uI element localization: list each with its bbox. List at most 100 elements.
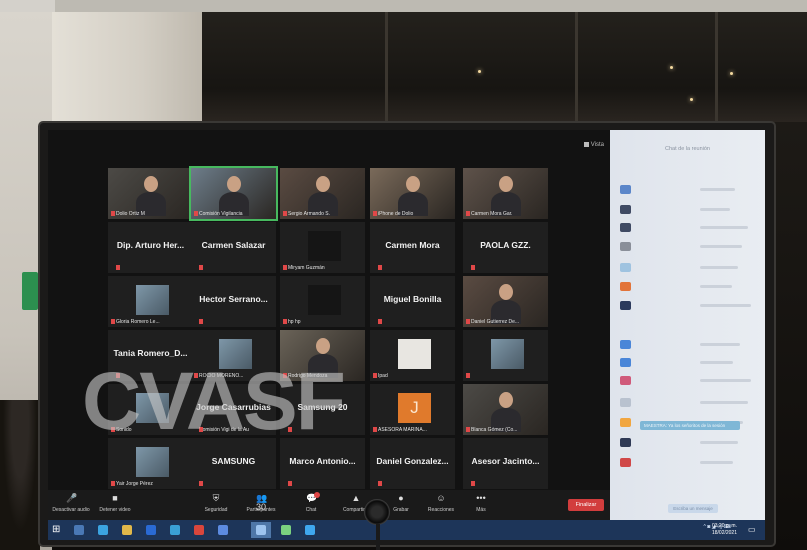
window-mullion bbox=[575, 12, 578, 122]
window-mullion bbox=[715, 12, 718, 122]
chat-button[interactable]: 💬 Chat bbox=[288, 492, 334, 513]
chat-message-line bbox=[700, 188, 735, 191]
m-s-button[interactable]: ••• Más bbox=[458, 494, 504, 514]
powerpoint-icon[interactable] bbox=[194, 525, 204, 535]
app-icon[interactable] bbox=[218, 525, 228, 535]
chat-message-line bbox=[700, 461, 733, 464]
participant-name: ASESORA MARINA... bbox=[378, 427, 427, 433]
seguridad-button[interactable]: ⛨ Seguridad bbox=[193, 494, 239, 514]
chat-input[interactable]: Escriba un mensaje bbox=[668, 504, 718, 513]
video-camera-icon: ■ bbox=[112, 493, 118, 503]
chat-message-line bbox=[700, 379, 751, 382]
chat-message-line bbox=[700, 208, 730, 211]
participant-tile[interactable]: Ipad bbox=[370, 330, 455, 381]
chat-avatar bbox=[620, 376, 631, 385]
participant-tile[interactable]: iPhone de Dolio bbox=[370, 168, 455, 219]
participant-tile[interactable]: Miryam Guzmán bbox=[280, 222, 365, 273]
participant-tile[interactable]: Dip. Arturo Her... bbox=[108, 222, 193, 273]
participant-tile[interactable]: Daniel Gutierrez De... bbox=[463, 276, 548, 327]
participant-avatar: J bbox=[398, 393, 431, 423]
muted-mic-icon bbox=[199, 481, 203, 486]
muted-mic-icon bbox=[471, 481, 475, 486]
edge-icon[interactable] bbox=[98, 525, 108, 535]
taskbar-clock[interactable]: 03:20 p. m. 18/02/2021 bbox=[712, 523, 737, 537]
muted-mic-icon bbox=[283, 211, 287, 216]
participant-tile[interactable]: Carmen Mora bbox=[370, 222, 455, 273]
participant-name: Ipad bbox=[378, 373, 388, 379]
participant-tile[interactable]: J ASESORA MARINA... bbox=[370, 384, 455, 435]
window-light bbox=[730, 72, 733, 75]
participant-tile[interactable]: Carmen Salazar bbox=[191, 222, 276, 273]
participant-name: Dip. Arturo Her... bbox=[116, 240, 185, 250]
chat-avatar bbox=[620, 185, 631, 194]
participant-tile[interactable]: Daniel Gonzalez... bbox=[370, 438, 455, 489]
person-silhouette bbox=[0, 400, 40, 550]
window-light bbox=[478, 70, 481, 73]
participant-name: Blanca Gómez (Co... bbox=[471, 427, 518, 433]
toolbar-label: Más bbox=[476, 507, 486, 513]
toolbar-label: Desactivar audio bbox=[52, 507, 90, 513]
chat-message-line bbox=[700, 285, 732, 288]
participant-tile[interactable]: PAOLA GZZ. bbox=[463, 222, 548, 273]
window-light bbox=[670, 66, 673, 69]
participant-face bbox=[144, 176, 158, 192]
participant-name: SAMSUNG bbox=[211, 456, 256, 466]
settings-icon[interactable] bbox=[305, 525, 315, 535]
tv-screen: Vista Dolio Ortiz M Comisión Vigilancia Se… bbox=[48, 130, 765, 540]
toolbar-label: Participantes bbox=[246, 507, 276, 513]
muted-mic-icon bbox=[288, 481, 292, 486]
exit-sign bbox=[22, 272, 38, 310]
participant-name: Yair Jorge Pérez bbox=[116, 481, 153, 487]
webcam-stand bbox=[376, 524, 380, 550]
desactivar-audio-button[interactable]: 🎤 Desactivar audio bbox=[48, 494, 94, 514]
notification-icon[interactable]: ▭ bbox=[748, 525, 757, 534]
chat-avatar bbox=[620, 340, 631, 349]
app-icon[interactable] bbox=[281, 525, 291, 535]
participant-tile[interactable]: Carmen Mora Gar. bbox=[463, 168, 548, 219]
zoom-app-icon[interactable] bbox=[170, 525, 180, 535]
chat-message-line bbox=[700, 361, 733, 364]
participant-avatar bbox=[308, 231, 341, 261]
share-screen-icon: ▲ bbox=[351, 493, 361, 503]
participant-tile[interactable]: Asesor Jacinto... bbox=[463, 438, 548, 489]
pillar bbox=[52, 12, 202, 127]
participant-name: Marco Antonio... bbox=[289, 456, 356, 466]
meeting-toolbar: 🎤 Desactivar audio ■ Detener video ⛨ Segurida… bbox=[48, 490, 610, 520]
participant-tile[interactable]: hp hp bbox=[280, 276, 365, 327]
participant-tile[interactable]: Sergio Armando S. bbox=[280, 168, 365, 219]
chat-message-line bbox=[700, 245, 742, 248]
chat-avatar bbox=[620, 458, 631, 467]
window-light bbox=[690, 98, 693, 101]
participant-tile[interactable]: Gloria Romero Le... bbox=[108, 276, 193, 327]
view-button[interactable]: Vista bbox=[583, 142, 604, 148]
participant-name: Asesor Jacinto... bbox=[471, 456, 540, 466]
end-meeting-button[interactable]: Finalizar bbox=[568, 499, 604, 511]
participant-tile[interactable]: Dolio Ortiz M bbox=[108, 168, 193, 219]
explorer-icon[interactable] bbox=[122, 525, 132, 535]
participant-name: Carmen Mora bbox=[385, 240, 440, 250]
participant-avatar bbox=[136, 447, 169, 477]
search-icon[interactable] bbox=[74, 525, 84, 535]
participant-tile[interactable]: Hector Serrano... bbox=[191, 276, 276, 327]
right-shadow bbox=[771, 122, 807, 550]
participant-tile[interactable]: Comisión Vigilancia bbox=[189, 166, 278, 221]
windows-start-icon[interactable]: ⊞ bbox=[52, 525, 62, 535]
participant-tile[interactable] bbox=[463, 330, 548, 381]
participant-tile[interactable]: Blanca Gómez (Co... bbox=[463, 384, 548, 435]
participant-name: hp hp bbox=[288, 319, 301, 325]
chat-avatar bbox=[620, 358, 631, 367]
participantes-button[interactable]: 👥 30 Participantes bbox=[238, 494, 284, 514]
detener-video-button[interactable]: ■ Detener video bbox=[92, 493, 138, 514]
unread-badge bbox=[314, 492, 320, 498]
record-icon: ● bbox=[398, 493, 404, 503]
participant-name: Sergio Armando S. bbox=[288, 211, 330, 217]
zoom-meeting-icon[interactable] bbox=[256, 525, 266, 535]
muted-mic-icon bbox=[111, 319, 115, 324]
participant-avatar bbox=[136, 285, 169, 315]
participant-name: Daniel Gutierrez De... bbox=[471, 319, 520, 325]
muted-mic-icon bbox=[373, 427, 377, 432]
word-icon[interactable] bbox=[146, 525, 156, 535]
participant-name: Miryam Guzmán bbox=[288, 265, 325, 271]
participant-tile[interactable]: Miguel Bonilla bbox=[370, 276, 455, 327]
chat-panel: Chat de la reunión MAESTRA: Ya los señor… bbox=[610, 130, 765, 520]
